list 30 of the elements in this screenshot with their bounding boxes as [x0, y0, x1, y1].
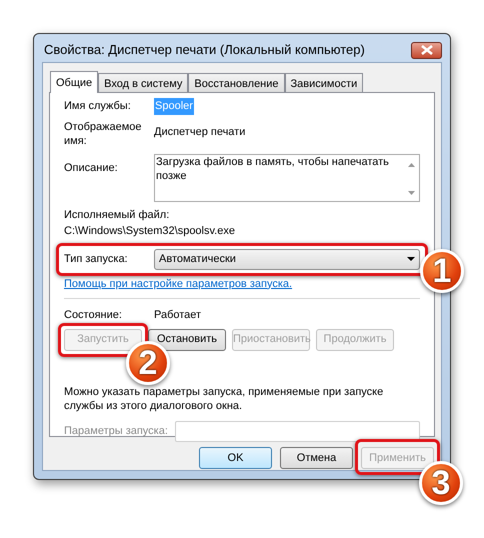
status-value: Работает — [154, 308, 202, 323]
step-badge: 3 — [419, 461, 463, 505]
service-name-value: Spooler — [154, 98, 194, 114]
field-label: Имя службы: — [64, 99, 132, 114]
field-label: Исполняемый файл: — [64, 208, 170, 222]
dialog-button[interactable]: Отмена — [280, 447, 353, 470]
window-title: Свойства: Диспетчер печати (Локальный компьютер) — [43, 41, 365, 60]
step-badge: 1 — [420, 248, 464, 292]
dialog-button[interactable]: OK — [199, 447, 272, 470]
field-label: Тип запуска: — [64, 252, 129, 267]
field-label: Описание: — [64, 160, 119, 176]
field-label: Состояние: — [64, 308, 123, 323]
startup-type-dropdown[interactable]: Автоматически — [154, 248, 420, 270]
dialog-button[interactable]: Остановить — [148, 328, 226, 350]
help-link[interactable]: Помощь при настройке параметров запуска. — [64, 276, 420, 292]
tab[interactable]: Зависимости — [284, 73, 364, 92]
field-label: Параметры запуска: — [64, 424, 169, 439]
executable-path: C:\Windows\System32\spoolsv.exe — [64, 224, 236, 239]
scroll-up-icon — [408, 162, 415, 166]
hint-text: Можно указать параметры запуска, применяемые при запуске службы из этого диалогового окна. — [64, 384, 384, 412]
dropdown-arrow-icon — [407, 257, 415, 261]
close-icon — [420, 45, 432, 55]
display-name-value: Диспетчер печати — [154, 124, 246, 140]
tab[interactable]: Вход в систему — [98, 73, 188, 92]
tab[interactable]: Общие — [50, 71, 98, 93]
description-field[interactable]: Загрузка файлов в память, чтобы напечатать позже — [154, 154, 420, 202]
close-button[interactable] — [411, 42, 442, 58]
tab[interactable]: Восстановление — [188, 73, 285, 92]
field-label: Отображаемое имя: — [64, 120, 143, 148]
scroll-down-icon — [408, 190, 415, 194]
